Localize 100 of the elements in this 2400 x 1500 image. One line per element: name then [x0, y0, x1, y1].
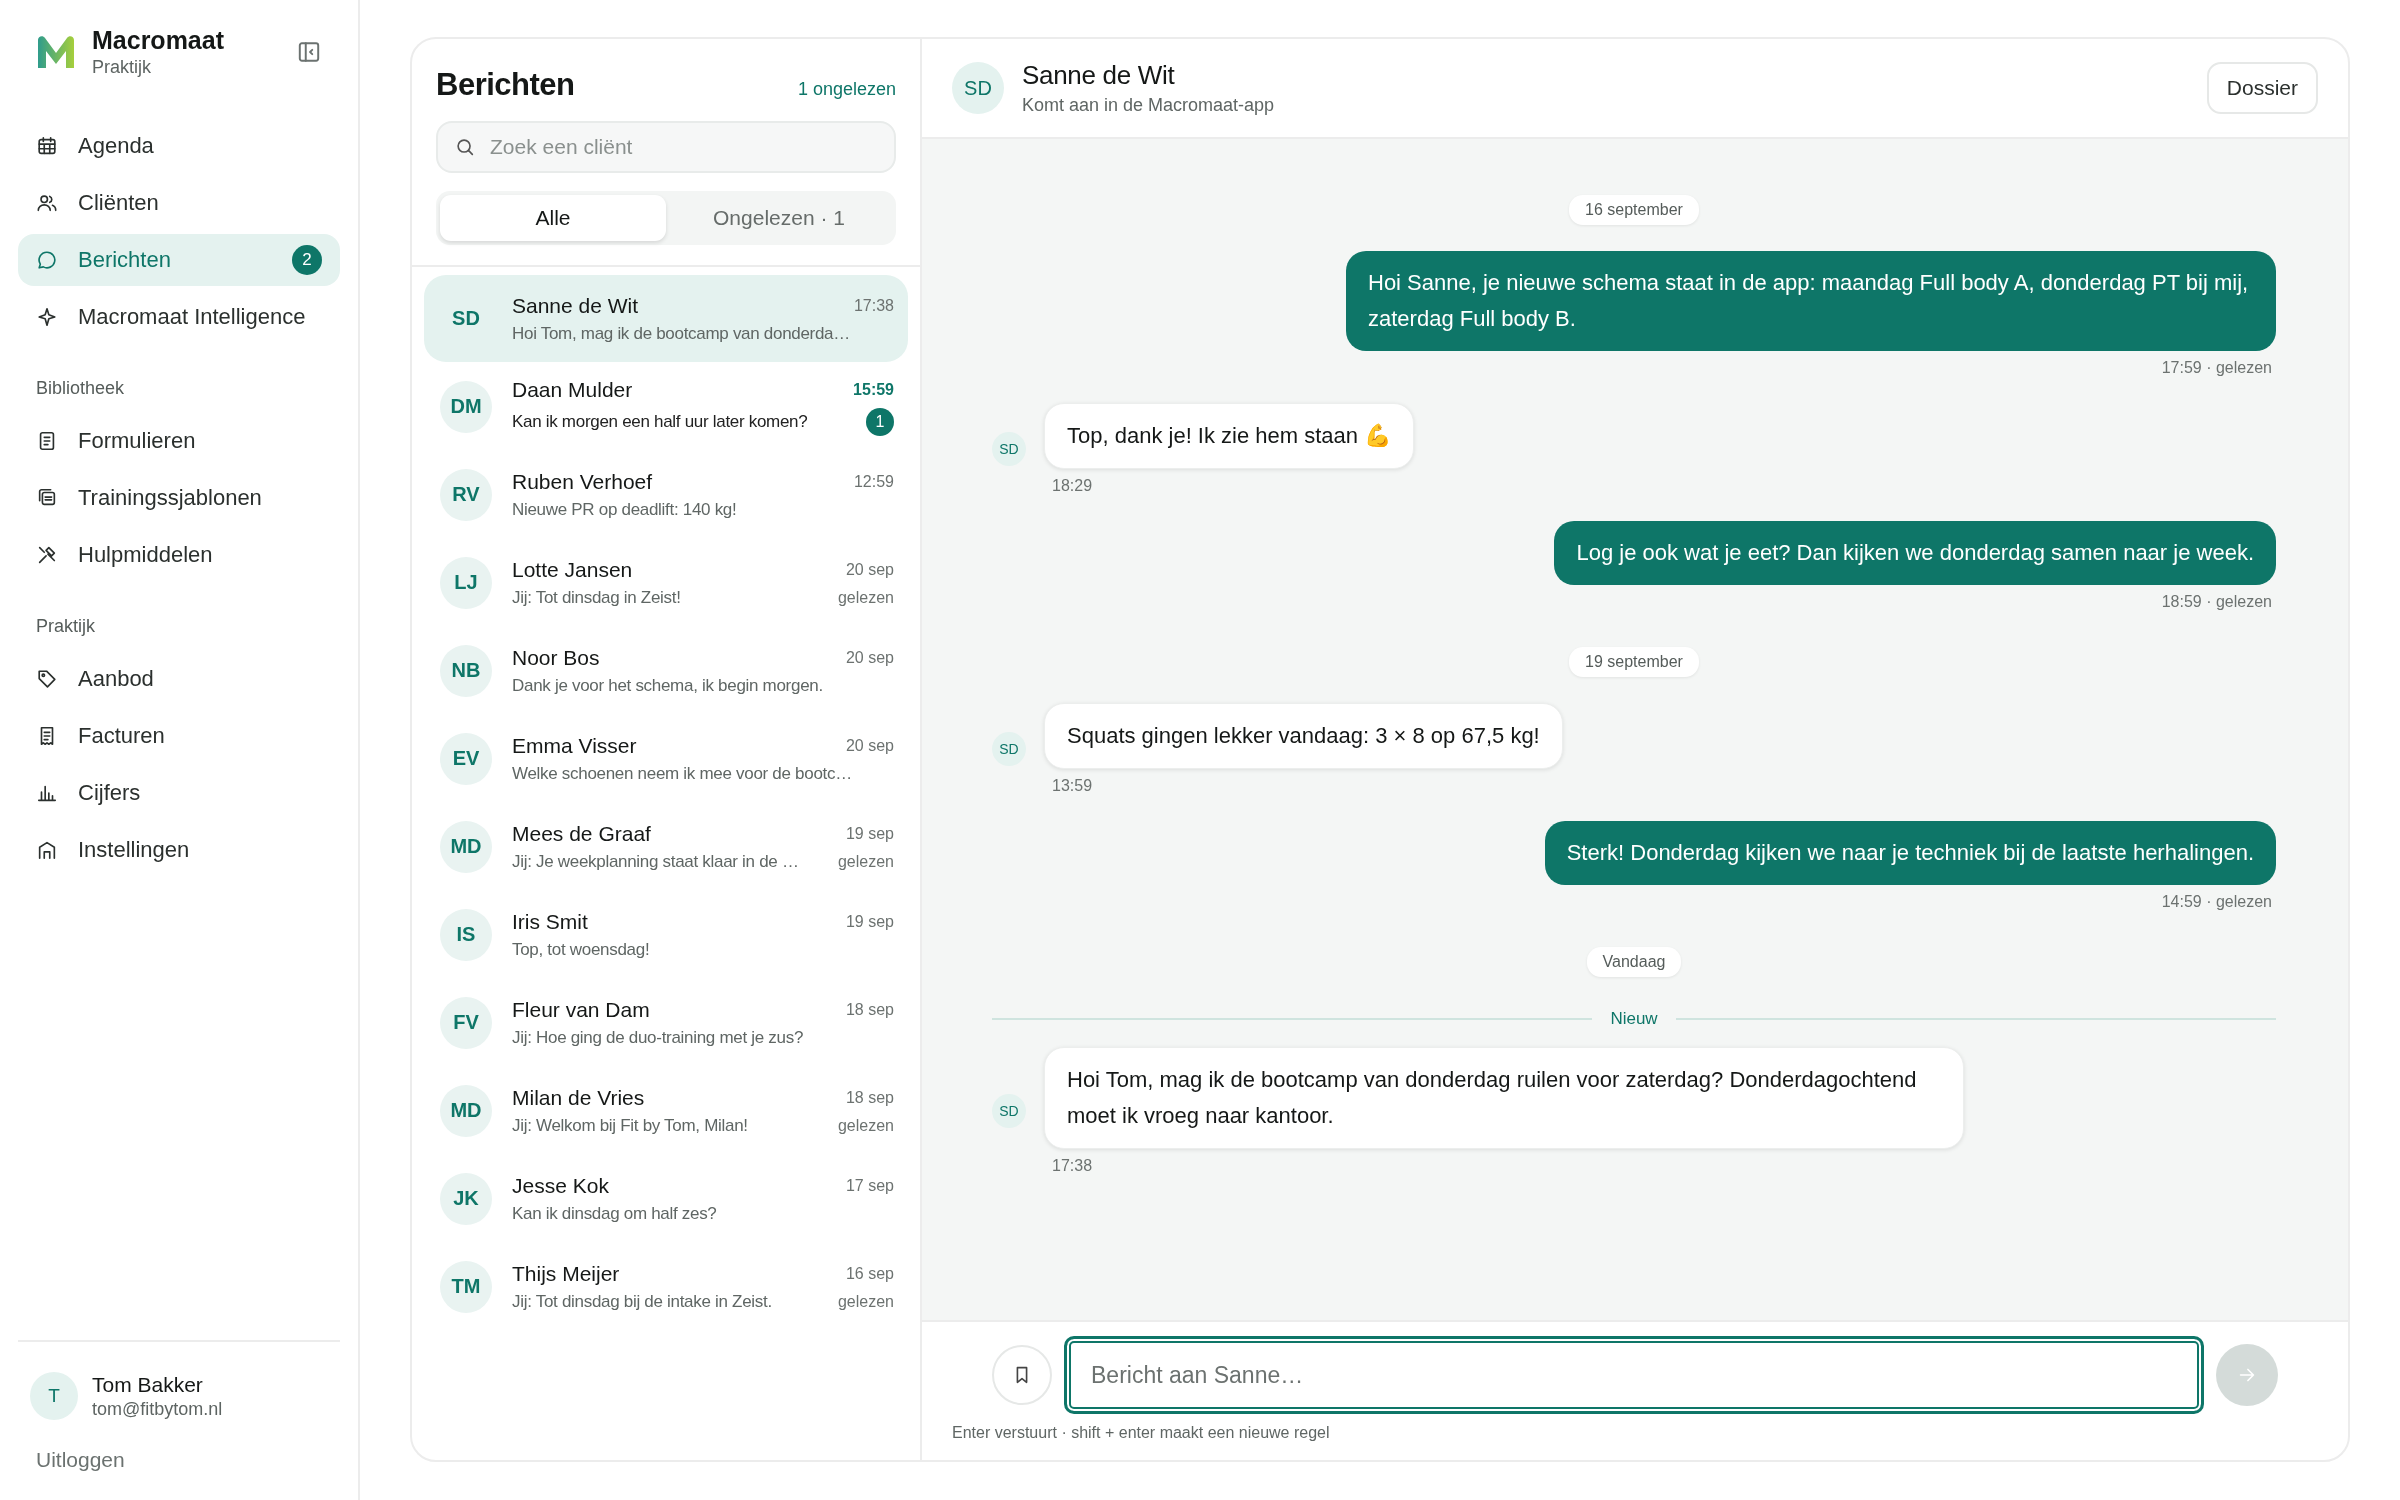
message-meta: 17:59 · gelezen [2160, 359, 2273, 377]
contact-avatar: IS [440, 908, 492, 961]
message-preview: Jij: Welkom bij Fit by Tom, Milan! [512, 1115, 748, 1136]
nav-item[interactable]: Cliënten [18, 177, 340, 229]
filter-tab[interactable]: Ongelezen · 1 [666, 195, 892, 241]
sparkle-icon [36, 306, 58, 328]
user-avatar: T [30, 1372, 78, 1420]
message-time: 12:59 [853, 472, 894, 491]
message-time: 19 sep [845, 824, 894, 843]
bookmark-button[interactable] [992, 1345, 1052, 1405]
nav-item[interactable]: Trainingssjablonen [18, 472, 340, 524]
conversation-item[interactable]: MD Milan de Vries 18 sep Jij: Welkom bij Fit by Tom, Milan! gelezen [424, 1067, 908, 1154]
logout-link[interactable]: Uitloggen [36, 1448, 125, 1472]
contact-name: Ruben Verhoef [512, 469, 653, 494]
user-name: Tom Bakker [92, 1372, 204, 1397]
contact-avatar: EV [440, 732, 492, 785]
contact-avatar: DM [440, 380, 492, 433]
message-time: 16 sep [845, 1264, 894, 1283]
conversation-item[interactable]: JK Jesse Kok 17 sep Kan ik dinsdag om half zes? [424, 1155, 908, 1242]
message-time: 20 sep [845, 648, 894, 667]
tag-icon [36, 668, 58, 690]
message-time: 20 sep [845, 560, 894, 579]
message-preview: Kan ik morgen een half uur later komen? [512, 411, 808, 432]
sent-message: Sterk! Donderdag kijken we naar je techniek bij de laatste herhalingen. [1544, 821, 2276, 885]
message-input[interactable]: Bericht aan Sanne… [1064, 1336, 2204, 1414]
read-status: gelezen [837, 588, 894, 607]
unread-count-link[interactable]: 1 ongelezen [797, 79, 896, 100]
conversation-item[interactable]: TM Thijs Meijer 16 sep Jij: Tot dinsdag bij de intake in Zeist. gelezen [424, 1243, 908, 1330]
conversation-item[interactable]: RV Ruben Verhoef 12:59 Nieuwe PR op deadlift: 140 kg! [424, 451, 908, 538]
user-email: tom@fitbytom.nl [92, 1398, 223, 1420]
conversation-item[interactable]: LJ Lotte Jansen 20 sep Jij: Tot dinsdag in Zeist! gelezen [424, 539, 908, 626]
search-field[interactable]: Zoek een cliënt [436, 121, 896, 173]
message-time: 20 sep [845, 736, 894, 755]
contact-avatar: RV [440, 468, 492, 521]
chat-icon [36, 249, 58, 271]
date-pill: Vandaag [1586, 947, 1682, 977]
contact-name: Mees de Graaf [512, 821, 651, 846]
conversation-item[interactable]: NB Noor Bos 20 sep Dank je voor het schema, ik begin morgen. [424, 627, 908, 714]
nav-item[interactable]: Berichten 2 [18, 234, 340, 286]
nav-item[interactable]: Facturen [18, 710, 340, 762]
contact-name: Daan Mulder [512, 377, 633, 402]
contact-name: Iris Smit [512, 909, 588, 934]
composer-hint: Enter verstuurt · shift + enter maakt een nieuwe regel [952, 1424, 1331, 1442]
message-time: 19 sep [845, 912, 894, 931]
conversation-item[interactable]: EV Emma Visser 20 sep Welke schoenen neem ik mee voor de bootc… [424, 715, 908, 802]
contact-avatar: FV [440, 996, 492, 1049]
message-preview: Jij: Tot dinsdag bij de intake in Zeist. [512, 1291, 772, 1312]
section-heading: Bibliotheek [35, 378, 126, 399]
read-status: gelezen [837, 1292, 894, 1311]
received-message: Squats gingen lekker vandaag: 3 × 8 op 67,5 kg! [1044, 703, 1563, 769]
contact-name: Lotte Jansen [512, 557, 633, 582]
message-time: 18:29 [1051, 477, 1094, 495]
nav-item[interactable]: Cijfers [18, 767, 340, 819]
nav-item[interactable]: Macromaat Intelligence [18, 291, 340, 343]
panel-title: Berichten [436, 67, 575, 103]
read-status: gelezen [837, 852, 894, 871]
message-preview: Jij: Je weekplanning staat klaar in de … [512, 851, 799, 872]
contact-name: Fleur van Dam [512, 997, 650, 1022]
brand-subtitle: Praktijk [92, 57, 152, 78]
contact-avatar: TM [440, 1260, 492, 1313]
message-time: 13:59 [1051, 777, 1094, 795]
conversation-item[interactable]: SD Sanne de Wit 17:38 Hoi Tom, mag ik de bootcamp van donderda… [424, 275, 908, 362]
conversation-item[interactable]: DM Daan Mulder 15:59 Kan ik morgen een half uur later komen? 1 [424, 363, 908, 450]
conversation-item[interactable]: IS Iris Smit 19 sep Top, tot woensdag! [424, 891, 908, 978]
message-time: 17 sep [845, 1176, 894, 1195]
sidebar-collapse-icon[interactable] [296, 39, 322, 65]
sender-avatar: SD [992, 432, 1026, 466]
nav-item[interactable]: Formulieren [18, 415, 340, 467]
conversation-item[interactable]: MD Mees de Graaf 19 sep Jij: Je weekplanning staat klaar in de … gelezen [424, 803, 908, 890]
tools-icon [36, 544, 58, 566]
sender-avatar: SD [992, 732, 1026, 766]
message-preview: Dank je voor het schema, ik begin morgen. [512, 675, 823, 696]
message-preview: Hoi Tom, mag ik de bootcamp van donderda… [512, 323, 850, 344]
contact-subtitle: Komt aan in de Macromaat-app [1022, 95, 1276, 116]
section-heading: Praktijk [35, 616, 96, 637]
search-icon [454, 136, 476, 158]
contact-name: Jesse Kok [512, 1173, 609, 1198]
message-meta: 18:59 · gelezen [2160, 593, 2273, 611]
contact-avatar: LJ [440, 556, 492, 609]
message-time: 17:38 [1051, 1157, 1094, 1175]
sent-message: Hoi Sanne, je nieuwe schema staat in de app: maandag Full body A, donderdag PT bij mij, zaterdag Full body B. [1346, 251, 2276, 351]
message-preview: Top, tot woensdag! [512, 939, 650, 960]
building-icon [36, 839, 58, 861]
conversation-item[interactable]: FV Fleur van Dam 18 sep Jij: Hoe ging de duo-training met je zus? [424, 979, 908, 1066]
message-time: 18 sep [845, 1000, 894, 1019]
nav-item[interactable]: Instellingen [18, 824, 340, 876]
message-time: 17:38 [853, 296, 894, 315]
message-meta: 14:59 · gelezen [2160, 893, 2273, 911]
nav-item[interactable]: Hulpmiddelen [18, 529, 340, 581]
sent-message: Log je ook wat je eet? Dan kijken we donderdag samen naar je week. [1554, 521, 2276, 585]
contact-name: Sanne de Wit [1022, 60, 1176, 91]
message-preview: Nieuwe PR op deadlift: 140 kg! [512, 499, 737, 520]
dossier-button[interactable]: Dossier [2206, 62, 2318, 114]
message-preview: Welke schoenen neem ik mee voor de bootc… [512, 763, 852, 784]
count-badge: 2 [292, 245, 322, 275]
contact-name: Sanne de Wit [512, 293, 639, 318]
filter-tab[interactable]: Alle [440, 195, 666, 241]
contact-avatar: MD [440, 1084, 492, 1137]
nav-item[interactable]: Agenda [18, 120, 340, 172]
nav-item[interactable]: Aanbod [18, 653, 340, 705]
